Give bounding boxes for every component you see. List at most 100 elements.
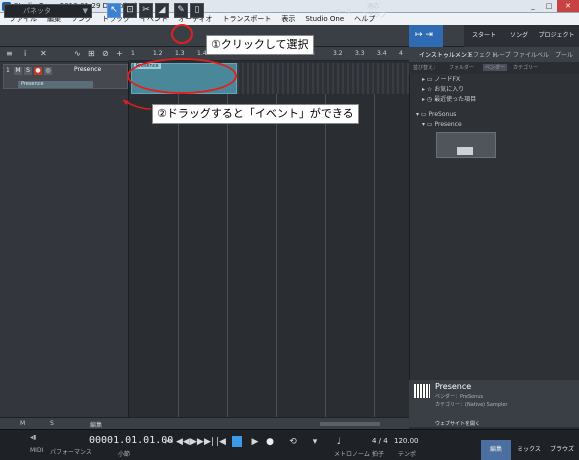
sort-category[interactable]: カテゴリー xyxy=(513,64,538,71)
start-page-button[interactable]: スタート xyxy=(464,25,504,47)
tab-bells[interactable]: ベル xyxy=(537,50,549,59)
sort-folder[interactable]: フォルダー xyxy=(449,64,474,71)
tab-files[interactable]: ファイル xyxy=(513,50,537,59)
mix-view-button[interactable]: ミックス xyxy=(514,440,544,460)
pencil-tool-button[interactable]: ✎ xyxy=(174,3,188,18)
timecode-unit: 小節 xyxy=(118,451,131,458)
instrument-selector[interactable]: Presence xyxy=(18,81,93,88)
browse-view-button[interactable]: ブラウズ xyxy=(547,440,577,460)
arrange-footer: M S 編集 xyxy=(0,417,409,429)
highlight-ellipse-event xyxy=(127,58,237,94)
tab-loops[interactable]: ループ xyxy=(493,50,511,59)
footer-s-button[interactable]: S xyxy=(50,420,54,427)
inspector-icon[interactable]: i xyxy=(24,49,26,58)
sort-vendor[interactable]: ベンダー xyxy=(483,64,508,71)
minimize-button[interactable]: _ xyxy=(525,0,541,12)
record-icon[interactable]: ● xyxy=(265,437,275,447)
snap-label[interactable]: スナップ xyxy=(360,12,388,19)
follow-button[interactable]: ↦ ⇥ xyxy=(409,25,443,47)
tree-item[interactable]: ▸ ☆ お気に入り xyxy=(422,84,464,93)
record-button[interactable]: ● xyxy=(34,67,42,75)
timecode-display[interactable]: 00001.01.01.00 xyxy=(89,435,173,446)
follow-arrows-icon: ↦ ⇥ xyxy=(415,30,433,40)
tree-item[interactable]: ▾ ▭ Presence xyxy=(422,121,462,128)
bar-line xyxy=(178,94,179,417)
website-link[interactable]: ウェブサイトを開く xyxy=(435,420,480,427)
ruler-tick: 4 xyxy=(399,50,403,57)
mute-button[interactable]: M xyxy=(14,67,22,75)
range-tool-button[interactable]: ⊡ xyxy=(123,3,137,18)
snap-type-label: 適応 xyxy=(366,3,379,10)
mute-tool-button[interactable]: ▯ xyxy=(190,3,204,18)
folder-icon: ▸ ▭ xyxy=(422,76,435,83)
keyboard-graphic xyxy=(457,147,473,155)
return-to-zero-icon[interactable]: ⏮ xyxy=(164,437,174,447)
previous-marker-icon[interactable]: |◀ xyxy=(216,437,226,447)
song-page-button[interactable]: ソング xyxy=(504,25,534,47)
edit-view-button[interactable]: 編集 xyxy=(481,440,511,460)
sort-label: 並び替え： xyxy=(413,65,439,71)
add-track-icon[interactable]: + xyxy=(116,49,123,58)
bar-line xyxy=(325,94,326,417)
preset-dropdown[interactable]: パネッタ ▼ xyxy=(4,4,92,18)
tempo-label: テンポ xyxy=(398,451,417,458)
close-button[interactable]: ✕ xyxy=(557,0,579,12)
play-icon[interactable]: ▶ xyxy=(250,437,260,447)
automation-icon[interactable]: ∿ xyxy=(74,49,81,58)
midi-meter-icon: ◂▮ xyxy=(30,434,37,441)
tree-item-label: 最近使った項目 xyxy=(434,96,477,103)
meter-label: 拍子 xyxy=(372,451,385,458)
visibility-icon[interactable]: ⊘ xyxy=(102,49,109,58)
tab-pool[interactable]: プール xyxy=(555,50,573,59)
bar-line xyxy=(276,94,277,417)
menu-view[interactable]: 表示 xyxy=(276,13,300,25)
zoom-slider[interactable] xyxy=(320,422,380,426)
tree-item-label: お気に入り xyxy=(434,86,465,93)
star-icon: ▸ ☆ xyxy=(422,86,435,93)
loop-button[interactable] xyxy=(232,436,242,447)
tree-item[interactable]: ▸ ◷ 最近使った項目 xyxy=(422,94,476,103)
project-page-button[interactable]: プロジェクト xyxy=(534,25,579,47)
end-icon[interactable]: ▶| xyxy=(204,437,214,447)
browser-tabs: インストゥルメント エフェクト ループ ファイル ベル プール xyxy=(409,47,579,62)
punch-icon[interactable]: ▾ xyxy=(310,437,320,447)
tree-item[interactable]: ▸ ▭ ノードFX xyxy=(422,74,460,83)
midi-label: MIDI xyxy=(30,447,44,454)
expand-icon[interactable]: ⊞ xyxy=(88,49,95,58)
track-name[interactable]: Presence xyxy=(74,66,101,73)
tempo-value[interactable]: 120.00 xyxy=(394,437,419,445)
tab-instruments[interactable]: インストゥルメント xyxy=(419,50,473,59)
tree-item[interactable]: ▾ ▭ PreSonus xyxy=(416,111,456,118)
chevron-down-icon: ▼ xyxy=(82,7,88,15)
track-number: 1 xyxy=(6,67,10,74)
ruler-tick: 3.2 xyxy=(333,50,343,57)
fast-forward-icon[interactable]: ▶▶ xyxy=(190,437,204,447)
ruler-tick: 3.3 xyxy=(355,50,365,57)
info-title: Presence xyxy=(435,382,472,391)
menu-transport[interactable]: トランスポート xyxy=(218,13,277,25)
footer-m-button[interactable]: M xyxy=(20,420,25,427)
tree-item-label: PreSonus xyxy=(428,111,457,118)
ruler-tick: 3.4 xyxy=(377,50,387,57)
step1-callout: ①クリックして選択 xyxy=(206,35,314,55)
clock-icon: ▸ ◷ xyxy=(422,96,435,103)
track-list-menu-icon[interactable]: ≡ xyxy=(6,49,13,58)
solo-button[interactable]: S xyxy=(24,67,32,75)
window-controls: _ □ ✕ xyxy=(525,0,579,13)
meter-value[interactable]: 4 / 4 xyxy=(372,437,388,445)
arrow-tool-button[interactable]: ↖ xyxy=(107,3,121,18)
loop-icon[interactable]: ⟲ xyxy=(288,437,298,447)
maximize-button[interactable]: □ xyxy=(541,0,557,12)
split-tool-button[interactable]: ✂ xyxy=(139,3,153,18)
performance-label: パフォーマンス xyxy=(50,449,92,456)
ruler-tick: 1.3 xyxy=(175,50,185,57)
metronome-label: メトロノーム xyxy=(334,451,370,458)
rewind-icon[interactable]: ◀◀ xyxy=(176,437,190,447)
eraser-tool-button[interactable]: ◢ xyxy=(155,3,169,18)
monitor-button[interactable]: ◎ xyxy=(44,67,52,75)
metronome-icon[interactable]: ♩ xyxy=(334,437,344,447)
hide-icon[interactable]: ✕ xyxy=(40,49,47,58)
track-header-presence[interactable]: 1 M S ● ◎ Presence Presence xyxy=(3,64,128,89)
instrument-thumbnail[interactable] xyxy=(436,132,496,158)
info-category: カテゴリー：(Native) Sampler xyxy=(435,402,508,408)
